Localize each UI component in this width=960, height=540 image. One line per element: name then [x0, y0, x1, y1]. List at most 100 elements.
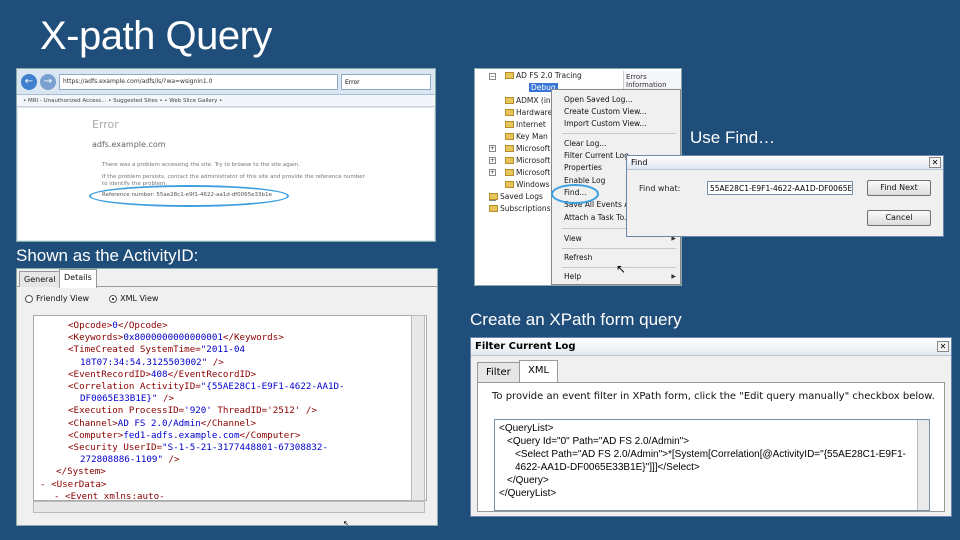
- xml-content[interactable]: <Opcode>0</Opcode> <Keywords>0x8000000000…: [33, 315, 427, 501]
- error-line: There was a problem accessing the site. …: [102, 162, 300, 168]
- tab-filter[interactable]: Filter: [477, 362, 520, 382]
- xpath-instruction: To provide an event filter in XPath form…: [492, 391, 935, 402]
- highlight-ellipse: [89, 185, 289, 207]
- menu-separator: [562, 248, 676, 249]
- event-tabs: General Details: [17, 269, 437, 288]
- error-title: Error: [92, 118, 119, 131]
- xml-line: - <Event xmlns:auto-: [54, 490, 165, 501]
- menu-item-help[interactable]: Help: [564, 272, 581, 281]
- xml-line: - <UserData>: [40, 478, 107, 490]
- find-what-input[interactable]: 55AE28C1-E9F1-4622-AA1D-DF0065E: [707, 181, 853, 195]
- tree-item[interactable]: Internet: [505, 120, 546, 129]
- xml-line: <Correlation ActivityID="{55AE28C1-E9F1-…: [68, 381, 345, 392]
- tree-item[interactable]: Hardware: [505, 108, 552, 117]
- error-page: Error adfs.example.com There was a probl…: [18, 108, 434, 240]
- tab-xml[interactable]: XML: [519, 360, 559, 383]
- browser-tab[interactable]: Error: [341, 73, 431, 90]
- query-line: </QueryList>: [499, 488, 557, 499]
- close-icon[interactable]: ✕: [937, 341, 949, 352]
- xml-line: <Keywords>0x8000000000000001</Keywords>: [68, 332, 284, 344]
- menu-item-properties[interactable]: Properties: [564, 163, 602, 172]
- menu-separator: [562, 133, 676, 134]
- xml-line: <Execution ProcessID='920' ThreadID='251…: [68, 405, 317, 417]
- error-host: adfs.example.com: [92, 140, 166, 149]
- menu-item-view[interactable]: View: [564, 234, 582, 243]
- folder-icon: [505, 169, 514, 176]
- tree-item[interactable]: Windows: [505, 180, 549, 189]
- menu-item-create-custom-view[interactable]: Create Custom View...: [564, 107, 647, 116]
- tree-item[interactable]: Subscriptions: [489, 204, 551, 213]
- folder-icon: [505, 72, 514, 79]
- menu-item-refresh[interactable]: Refresh: [564, 253, 592, 262]
- xml-view-radio[interactable]: XML View: [109, 294, 158, 303]
- vertical-scrollbar[interactable]: [411, 315, 425, 501]
- mouse-pointer-icon: ↖: [616, 262, 627, 276]
- horizontal-scrollbar[interactable]: [33, 501, 425, 513]
- favorites-bar: • MRI - Unauthorized Access... • Suggest…: [17, 95, 435, 107]
- xml-line: 18T07:34:54.3125503002" />: [80, 356, 224, 368]
- forward-icon[interactable]: →: [40, 73, 56, 90]
- xml-line: <Security UserID="S-1-5-21-3177448801-67…: [68, 442, 328, 453]
- folder-icon: [505, 181, 514, 188]
- folder-icon: [505, 145, 514, 152]
- close-icon[interactable]: ✕: [929, 157, 941, 168]
- query-line: </Query>: [507, 475, 549, 486]
- tree-item[interactable]: Microsoft: [505, 156, 550, 165]
- caption-activity-id: Shown as the ActivityID:: [16, 246, 199, 265]
- expand-icon[interactable]: +: [489, 169, 496, 176]
- mouse-pointer-icon: ↖: [343, 519, 350, 526]
- event-properties-screenshot: General Details Friendly View XML View <…: [16, 268, 438, 526]
- find-dialog-title: Find ✕: [627, 156, 943, 170]
- folder-icon: [505, 109, 514, 116]
- radio-selected-icon: [109, 294, 118, 303]
- view-mode-radios: Friendly View XML View: [25, 294, 158, 303]
- find-dialog: Find ✕ Find what: 55AE28C1-E9F1-4622-AA1…: [626, 155, 944, 237]
- cancel-button[interactable]: Cancel: [867, 210, 931, 226]
- xml-line: <Computer>fed1-adfs.example.com</Compute…: [68, 429, 301, 441]
- back-icon[interactable]: ←: [21, 73, 37, 90]
- tree-item[interactable]: Microsoft: [505, 168, 550, 177]
- xml-line: </System>: [56, 466, 106, 478]
- tree-item[interactable]: Key Man: [505, 132, 548, 141]
- expand-icon[interactable]: +: [489, 157, 496, 164]
- tree-item[interactable]: AD FS 2.0 Tracing: [505, 71, 582, 80]
- query-line: <Query Id="0" Path="AD FS 2.0/Admin">: [507, 436, 690, 447]
- information-label: Information: [626, 81, 667, 89]
- browser-screenshot: ← → https://adfs.example.com/adfs/ls/?wa…: [16, 68, 436, 242]
- friendly-view-radio[interactable]: Friendly View: [25, 294, 89, 303]
- filter-current-log-dialog: Filter Current Log ✕ Filter XML To provi…: [470, 337, 952, 517]
- caption-xpath-query: Create an XPath form query: [470, 310, 682, 329]
- query-textbox[interactable]: <QueryList> <Query Id="0" Path="AD FS 2.…: [494, 419, 930, 511]
- find-what-label: Find what:: [639, 184, 681, 193]
- browser-toolbar: ← → https://adfs.example.com/adfs/ls/?wa…: [17, 69, 435, 95]
- menu-item-open-saved-log[interactable]: Open Saved Log...: [564, 95, 633, 104]
- folder-icon: [505, 97, 514, 104]
- xml-tab-panel: To provide an event filter in XPath form…: [477, 382, 945, 512]
- query-line: 4622-AA1D-DF0065E33B1E}"]]]</Select>: [515, 462, 700, 473]
- xml-line: <Channel>AD FS 2.0/Admin</Channel>: [68, 417, 257, 429]
- address-bar[interactable]: https://adfs.example.com/adfs/ls/?wa=wsi…: [59, 73, 338, 90]
- folder-icon: [489, 193, 498, 200]
- folder-icon: [505, 133, 514, 140]
- filter-dialog-title: Filter Current Log ✕: [471, 338, 951, 356]
- tree-item[interactable]: ADMX (in: [505, 96, 551, 105]
- radio-icon: [25, 294, 33, 303]
- vertical-scrollbar[interactable]: [917, 420, 929, 510]
- tab-details[interactable]: Details: [59, 269, 97, 288]
- tree-item[interactable]: Microsoft: [505, 144, 550, 153]
- menu-item-import-custom-view[interactable]: Import Custom View...: [564, 119, 647, 128]
- folder-icon: [505, 157, 514, 164]
- tab-general[interactable]: General: [19, 271, 61, 287]
- caption-use-find: Use Find…: [690, 128, 776, 147]
- submenu-arrow-icon: ▶: [671, 273, 676, 280]
- error-line: If the problem persists, contact the adm…: [102, 174, 365, 180]
- menu-item-attach-task[interactable]: Attach a Task To...: [564, 213, 631, 222]
- expand-icon[interactable]: +: [489, 145, 496, 152]
- tree-item[interactable]: Saved Logs: [489, 192, 543, 201]
- find-next-button[interactable]: Find Next: [867, 180, 931, 196]
- query-line: <Select Path="AD FS 2.0/Admin">*[System[…: [515, 449, 906, 460]
- menu-item-clear-log[interactable]: Clear Log...: [564, 139, 607, 148]
- highlight-ellipse: [551, 184, 599, 204]
- slide-title: X-path Query: [40, 14, 272, 58]
- collapse-icon[interactable]: −: [489, 73, 496, 80]
